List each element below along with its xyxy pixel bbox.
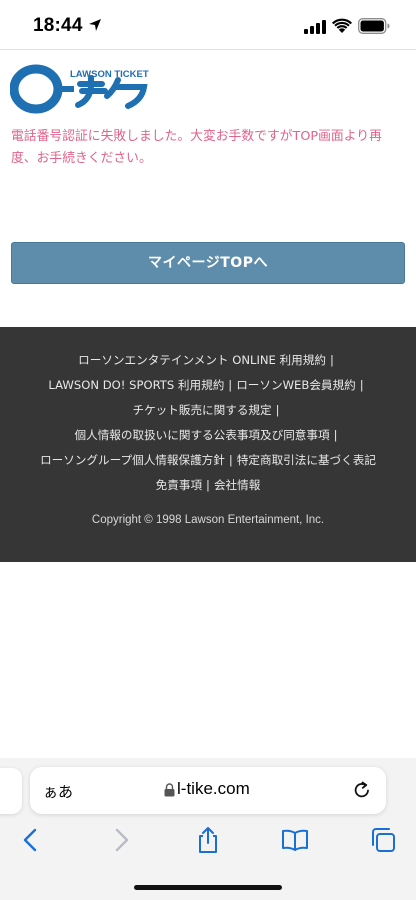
footer-separator: | [228,378,233,392]
footer-separator: | [206,478,210,492]
footer-link-company-info[interactable]: 会社情報 [214,478,260,492]
footer-row: LAWSON DO! SPORTS 利用規約 | ローソンWEB会員規約 | [0,377,416,393]
footer-separator: | [329,353,334,367]
page-settings-button[interactable]: ぁあ [43,781,73,802]
wifi-icon [332,18,352,33]
footer-row: チケット販売に関する規定 | [0,402,416,418]
share-icon[interactable] [194,826,222,854]
footer-link-privacy-policy[interactable]: ローソングループ個人情報保護方針 [40,453,225,467]
footer-row: ローソンエンタテインメント ONLINE 利用規約 | [0,352,416,368]
status-bar: 18:44 [0,0,416,50]
status-time: 18:44 [33,15,83,36]
battery-icon [358,18,390,34]
footer-separator: | [333,428,338,442]
reload-icon[interactable] [352,780,372,800]
url-text[interactable]: l-tike.com [177,779,250,799]
logo-subtitle: LAWSON TICKET [70,69,149,80]
tabs-icon[interactable] [369,826,397,854]
footer-link-web-member-terms[interactable]: ローソンWEB会員規約 [236,378,356,392]
footer-row: 免責事項 | 会社情報 [0,477,416,493]
home-indicator [134,885,282,890]
footer-link-ticket-rules[interactable]: チケット販売に関する規定 [132,403,271,417]
footer-separator: | [359,378,364,392]
footer-link-entertainment-terms[interactable]: ローソンエンタテインメント ONLINE 利用規約 [78,353,326,367]
error-message: 電話番号認証に失敗しました。大変お手数ですがTOP画面より再度、お手続きください… [11,129,382,166]
mypage-top-button[interactable]: マイページTOPへ [11,242,405,284]
footer-separator: | [275,403,280,417]
footer-separator: | [228,453,233,467]
footer-link-sports-terms[interactable]: LAWSON DO! SPORTS 利用規約 [48,378,224,392]
address-bar[interactable]: ぁあ l-tike.com [30,767,386,814]
previous-tab-preview[interactable] [0,768,22,814]
copyright-text: Copyright © 1998 Lawson Entertainment, I… [91,514,325,526]
footer-link-commercial-law[interactable]: 特定商取引法に基づく表記 [237,453,376,467]
cellular-signal-icon [304,20,326,34]
site-footer: ローソンエンタテインメント ONLINE 利用規約 | LAWSON DO! SP… [0,327,416,562]
footer-link-disclaimer[interactable]: 免責事項 [156,478,202,492]
lock-icon [164,783,175,797]
location-arrow-icon [89,19,101,31]
forward-icon[interactable] [107,826,135,854]
back-icon[interactable] [17,826,45,854]
footer-row: ローソングループ個人情報保護方針 | 特定商取引法に基づく表記 [0,452,416,468]
bookmarks-icon[interactable] [281,826,309,854]
header-divider [0,49,416,50]
footer-row: 個人情報の取扱いに関する公表事項及び同意事項 | [0,427,416,443]
footer-link-personal-info-disclosure[interactable]: 個人情報の取扱いに関する公表事項及び同意事項 [75,428,330,442]
lawson-ticket-logo[interactable]: LAWSON TICKET [10,60,150,114]
